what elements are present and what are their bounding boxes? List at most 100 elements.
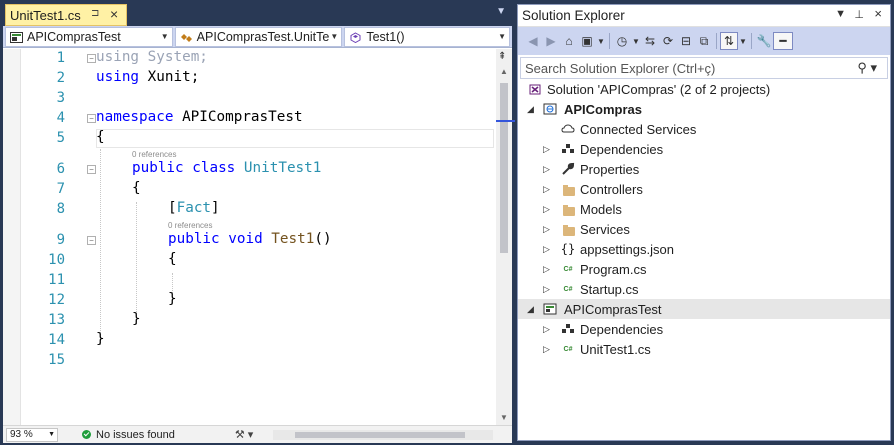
switch-views-icon[interactable]: ▣	[578, 32, 596, 50]
collapse-all-icon[interactable]: ⊟	[677, 32, 695, 50]
collapsed-arrow-icon[interactable]: ▷	[543, 264, 550, 275]
tree-item-properties[interactable]: ▷ Properties	[518, 159, 890, 179]
code-editor-pane: UnitTest1.cs ⊐ × ▼ APIComprasTest ▼ APIC…	[0, 2, 515, 443]
sync-icon[interactable]: ⇆	[641, 32, 659, 50]
class-dropdown[interactable]: APIComprasTest.UnitTe ▼	[174, 27, 343, 47]
collapsed-arrow-icon[interactable]: ▷	[543, 224, 550, 235]
scrollbar-thumb[interactable]	[295, 432, 465, 438]
collapsed-arrow-icon[interactable]: ▷	[543, 164, 550, 175]
tree-item-connected-services[interactable]: Connected Services	[518, 119, 890, 139]
line-number: 6	[56, 161, 65, 177]
toolbar-separator	[609, 33, 610, 49]
expanded-arrow-icon[interactable]: ◢	[527, 304, 534, 315]
collapsed-arrow-icon[interactable]: ▷	[543, 144, 550, 155]
code-text-area[interactable]: 1 2 3 4 5 6 7 8 9 10 11 12 13 14 15 − − …	[3, 49, 512, 425]
track-active-icon[interactable]: ⇅	[720, 32, 738, 50]
tree-item-appsettings[interactable]: ▷ {} appsettings.json	[518, 239, 890, 259]
document-tab-strip: UnitTest1.cs ⊐ × ▼	[3, 2, 512, 26]
line-number: 1	[56, 50, 65, 66]
chevron-down-icon[interactable]: ▼	[631, 32, 641, 50]
collapsed-arrow-icon[interactable]: ▷	[543, 324, 550, 335]
tree-item-label: Connected Services	[580, 121, 697, 137]
pin-icon[interactable]: ⊐	[91, 8, 99, 19]
code-text: APIComprasTest	[173, 109, 303, 125]
chevron-down-icon[interactable]: ▼	[738, 32, 748, 50]
tree-item-label: Properties	[580, 161, 640, 177]
vertical-scrollbar[interactable]: ⇞ ▲ ▼	[496, 49, 512, 425]
code-line-13: }	[132, 311, 141, 327]
document-tab-unittest1[interactable]: UnitTest1.cs ⊐ ×	[5, 4, 127, 26]
tree-item-dependencies[interactable]: ▷ Dependencies	[518, 139, 890, 159]
tree-item-label: APICompras	[564, 101, 643, 117]
zoom-dropdown[interactable]: 93 % ▼	[6, 427, 58, 442]
codelens-references[interactable]: 0 references	[168, 221, 212, 230]
properties-wrench-icon[interactable]: 🔧	[755, 32, 773, 50]
collapsed-arrow-icon[interactable]: ▷	[543, 284, 550, 295]
tab-overflow-icon[interactable]: ▼	[496, 6, 506, 17]
collapsed-arrow-icon[interactable]: ▷	[543, 204, 550, 215]
code-method: Test1	[271, 231, 315, 247]
code-text: }	[132, 311, 141, 327]
issues-indicator[interactable]: No issues found	[82, 429, 175, 441]
scroll-down-icon[interactable]: ▼	[500, 413, 508, 422]
member-dropdown[interactable]: Test1() ▼	[344, 27, 511, 47]
code-text: ]	[211, 200, 220, 216]
tree-item-solution[interactable]: Solution 'APICompras' (2 of 2 projects)	[518, 79, 890, 99]
search-input[interactable]: Search Solution Explorer (Ctrl+ç) ⚲ ▾	[520, 57, 888, 79]
tree-item-project-apicomprastest[interactable]: ◢ APIComprasTest	[518, 299, 890, 319]
json-file-icon: {}	[560, 242, 576, 256]
line-number: 13	[48, 312, 65, 328]
tree-item-controllers[interactable]: ▷ Controllers	[518, 179, 890, 199]
collapse-icon[interactable]: −	[87, 165, 96, 174]
line-number: 7	[56, 181, 65, 197]
code-cleanup-icon[interactable]: ⚒ ▾	[235, 428, 253, 441]
tree-item-services[interactable]: ▷ Services	[518, 219, 890, 239]
line-number: 12	[48, 292, 65, 308]
dependencies-icon	[562, 324, 574, 333]
tree-item-label: Models	[580, 201, 622, 217]
tree-item-unittest1-cs[interactable]: ▷ C# UnitTest1.cs	[518, 339, 890, 359]
pending-changes-filter-icon[interactable]: ◷	[613, 32, 631, 50]
csharp-file-icon: C#	[563, 285, 573, 293]
show-all-files-icon[interactable]: ⧉	[695, 32, 713, 50]
preview-selected-icon[interactable]: ━	[773, 32, 793, 50]
chevron-down-icon: ▼	[48, 430, 55, 438]
expanded-arrow-icon[interactable]: ◢	[527, 104, 534, 115]
project-dropdown[interactable]: APIComprasTest ▼	[5, 27, 173, 47]
tree-item-label: Solution 'APICompras' (2 of 2 projects)	[547, 81, 771, 97]
scrollbar-thumb[interactable]	[500, 83, 508, 253]
close-icon[interactable]: ×	[110, 6, 118, 22]
cloud-icon	[561, 124, 575, 133]
tree-item-label: Startup.cs	[580, 281, 639, 297]
collapse-icon[interactable]: −	[87, 54, 96, 63]
tree-item-project-apicompras[interactable]: ◢ APICompras	[518, 99, 890, 119]
indent-guide	[100, 149, 101, 345]
collapse-icon[interactable]: −	[87, 114, 96, 123]
search-icon[interactable]: ⚲ ▾	[857, 60, 877, 76]
code-keyword: using	[96, 69, 140, 85]
scroll-up-icon[interactable]: ▲	[500, 67, 508, 76]
code-line-14: }	[96, 331, 105, 347]
pin-icon[interactable]: ⊥	[854, 8, 864, 21]
refresh-icon[interactable]: ⟳	[659, 32, 677, 50]
issues-text: No issues found	[96, 428, 175, 441]
line-number: 8	[56, 201, 65, 217]
forward-icon[interactable]: ▶	[542, 32, 560, 50]
home-icon[interactable]: ⌂	[560, 32, 578, 50]
window-position-icon[interactable]: ▼	[835, 8, 846, 20]
collapse-icon[interactable]: −	[87, 236, 96, 245]
horizontal-scrollbar[interactable]	[273, 430, 493, 440]
chevron-down-icon[interactable]: ▼	[596, 32, 606, 50]
tree-item-program-cs[interactable]: ▷ C# Program.cs	[518, 259, 890, 279]
tree-item-startup-cs[interactable]: ▷ C# Startup.cs	[518, 279, 890, 299]
back-icon[interactable]: ◀	[524, 32, 542, 50]
close-icon[interactable]: ×	[874, 6, 882, 21]
split-icon[interactable]: ⇞	[498, 51, 506, 62]
collapsed-arrow-icon[interactable]: ▷	[543, 184, 550, 195]
tree-item-models[interactable]: ▷ Models	[518, 199, 890, 219]
codelens-references[interactable]: 0 references	[132, 150, 176, 159]
tree-item-dependencies[interactable]: ▷ Dependencies	[518, 319, 890, 339]
collapsed-arrow-icon[interactable]: ▷	[543, 344, 550, 355]
collapsed-arrow-icon[interactable]: ▷	[543, 244, 550, 255]
code-line-4: namespace APIComprasTest	[96, 109, 303, 125]
